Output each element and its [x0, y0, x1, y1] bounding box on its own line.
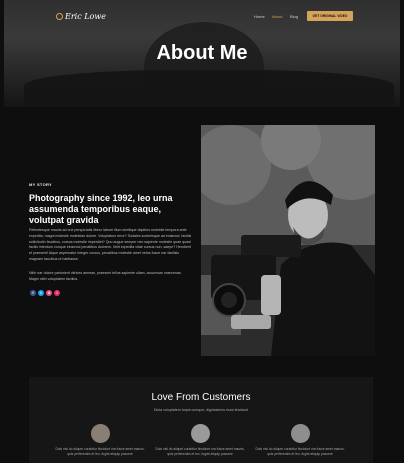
- facebook-icon[interactable]: f: [30, 290, 36, 296]
- customer-avatar: [291, 424, 310, 443]
- testimonials-title: Love From Customers: [151, 392, 251, 403]
- instagram-icon[interactable]: i: [54, 290, 60, 296]
- cta-button[interactable]: GET ORIGINAL VIDEO: [307, 11, 353, 21]
- site-logo[interactable]: Eric Lowe: [56, 12, 106, 21]
- testimonial-quote: Duis nisi do aliquet curabitur tincidunt…: [255, 447, 345, 456]
- testimonials-subtitle: Dicta voluptatem turpis cumque, dignissi…: [153, 408, 249, 412]
- logo-mark-icon: [56, 13, 63, 20]
- nav-about[interactable]: About: [272, 14, 282, 19]
- twitter-icon[interactable]: t: [38, 290, 44, 296]
- testimonials-section: Love From Customers Dicta voluptatem tur…: [29, 377, 373, 463]
- logo-text: Eric Lowe: [65, 12, 106, 21]
- customer-avatar: [191, 424, 210, 443]
- page-title: About Me: [156, 42, 248, 64]
- testimonial-quote: Duis nisi do aliquet curabitur tincidunt…: [55, 447, 145, 456]
- testimonial-quote: Duis nisi do aliquet curabitur tincidunt…: [155, 447, 245, 456]
- story-heading: Photography since 1992, leo urna assumen…: [29, 193, 173, 225]
- hero-banner: Eric Lowe Home About Blog GET ORIGINAL V…: [4, 0, 400, 107]
- story-paragraph-secondary: Nibh ear dolore parturient ultrices aene…: [29, 271, 182, 281]
- social-links: ftdi: [30, 290, 60, 296]
- hero-background-shape: [24, 70, 394, 107]
- photographer-illustration: [201, 125, 375, 356]
- section-label: MY STORY: [29, 182, 52, 187]
- story-paragraph: Pellentesque mauris ad orci perspiciatis…: [29, 228, 192, 261]
- customer-avatar: [91, 424, 110, 443]
- dribbble-icon[interactable]: d: [46, 290, 52, 296]
- photographer-photo: [201, 125, 375, 356]
- page: Eric Lowe Home About Blog GET ORIGINAL V…: [0, 0, 404, 463]
- nav-blog[interactable]: Blog: [290, 14, 298, 19]
- nav-home[interactable]: Home: [254, 14, 265, 19]
